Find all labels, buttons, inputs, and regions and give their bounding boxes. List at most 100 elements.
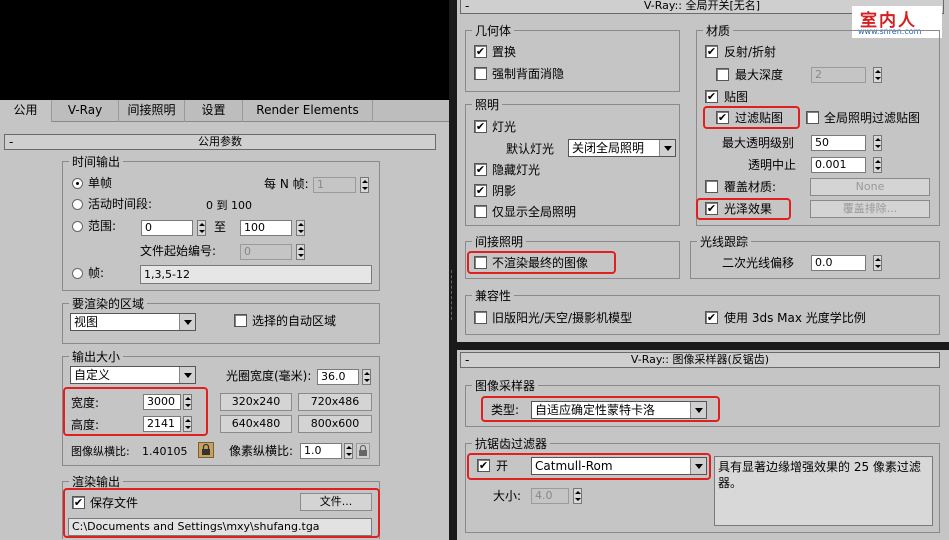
preset-640x480-button[interactable]: 640x480 (220, 415, 292, 433)
group-title: 渲染输出 (69, 473, 124, 490)
group-title: 时间输出 (69, 153, 124, 170)
aa-filter-select[interactable]: Catmull-Rom (531, 457, 707, 475)
group-title: 间接照明 (472, 233, 527, 250)
override-exclude-button[interactable]: 覆盖排除... (810, 200, 930, 218)
aa-filter-on-checkbox[interactable]: ✔ (477, 459, 490, 472)
pixel-aspect-field[interactable]: 1.0 (300, 443, 342, 459)
height-field[interactable]: 2141 (143, 416, 181, 432)
aperture-field[interactable]: 36.0 (317, 369, 359, 385)
tab-settings[interactable]: 设置 (185, 100, 243, 122)
reflect-refract-label: 反射/折射 (724, 45, 777, 59)
preset-value: 自定义 (74, 368, 111, 382)
width-spinner[interactable] (183, 394, 192, 410)
range-from-spinner[interactable] (197, 220, 206, 236)
override-mtl-label: 覆盖材质: (724, 180, 777, 194)
override-mtl-button[interactable]: None (810, 178, 930, 196)
range-to-label: 至 (214, 220, 227, 234)
filter-maps-label: 过滤贴图 (735, 111, 784, 125)
shadows-checkbox[interactable]: ✔ (474, 184, 487, 197)
filter-size-field[interactable]: 4.0 (531, 488, 569, 504)
lights-label: 灯光 (492, 120, 517, 134)
max-depth-field[interactable]: 2 (811, 67, 866, 83)
aa-filter-value: Catmull-Rom (535, 459, 613, 473)
use-3dsmax-checkbox[interactable]: ✔ (705, 311, 718, 324)
render-area-value: 视图 (74, 315, 99, 329)
range-to-field[interactable]: 100 (240, 220, 292, 236)
single-frame-radio[interactable] (72, 178, 83, 189)
image-sampler-rollout[interactable]: - V-Ray:: 图像采样器(反锯齿) (460, 352, 940, 368)
chevron-down-icon (690, 458, 706, 474)
default-lights-select[interactable]: 关闭全局照明 (568, 139, 676, 157)
auto-region-checkbox[interactable] (234, 314, 247, 327)
max-transp-spinner[interactable] (873, 135, 882, 151)
width-field[interactable]: 3000 (143, 394, 181, 410)
tab-vray[interactable]: V-Ray (52, 100, 119, 122)
glossy-checkbox[interactable]: ✔ (705, 202, 718, 215)
hidden-lights-checkbox[interactable]: ✔ (474, 163, 487, 176)
frames-radio[interactable] (72, 268, 83, 279)
sampler-type-select[interactable]: 自适应确定性蒙特卡洛 (531, 401, 707, 419)
every-n-spinner[interactable] (360, 177, 369, 193)
tab-render-elements[interactable]: Render Elements (243, 100, 373, 122)
tab-bar: 公用 V-Ray 间接照明 设置 Render Elements (0, 100, 449, 122)
range-to-spinner[interactable] (296, 220, 305, 236)
aperture-spinner[interactable] (362, 369, 371, 385)
show-gi-only-checkbox[interactable] (474, 205, 487, 218)
filter-description: 具有显著边缘增强效果的 25 像素过滤器。 (714, 456, 933, 526)
group-title: 材质 (703, 22, 734, 39)
tab-indirect[interactable]: 间接照明 (119, 100, 185, 122)
render-area-select[interactable]: 视图 (70, 313, 196, 331)
reflect-refract-checkbox[interactable]: ✔ (705, 45, 718, 58)
transp-cutoff-field[interactable]: 0.001 (811, 157, 866, 173)
output-size-preset-select[interactable]: 自定义 (70, 366, 196, 384)
pixel-aspect-label: 像素纵横比: (229, 444, 294, 458)
common-params-rollout[interactable]: - 公用参数 (4, 134, 436, 150)
lights-checkbox[interactable]: ✔ (474, 120, 487, 133)
displacement-checkbox[interactable]: ✔ (474, 45, 487, 58)
frames-field[interactable]: 1,3,5-12 (140, 265, 372, 284)
tab-common[interactable]: 公用 (0, 100, 52, 122)
preset-320x240-button[interactable]: 320x240 (220, 393, 292, 411)
range-label: 范围: (88, 219, 117, 233)
file-start-field[interactable]: 0 (240, 244, 292, 260)
divider-grip[interactable] (451, 270, 454, 320)
secondary-bias-field[interactable]: 0.0 (811, 255, 866, 271)
secondary-bias-label: 二次光线偏移 (722, 256, 795, 270)
legacy-sun-label: 旧版阳光/天空/摄影机模型 (492, 311, 633, 325)
active-range-text: 0 到 100 (206, 199, 252, 212)
group-title: 兼容性 (472, 287, 515, 304)
filter-size-spinner[interactable] (573, 488, 582, 504)
rollout-gap (457, 342, 949, 350)
pixel-aspect-spinner[interactable] (344, 443, 353, 459)
rollout-title: 公用参数 (198, 135, 242, 148)
dont-render-final-checkbox[interactable] (474, 256, 487, 269)
group-title: 要渲染的区域 (69, 295, 148, 312)
active-segment-radio[interactable] (72, 199, 83, 210)
single-frame-label: 单帧 (88, 176, 113, 190)
filter-maps-gi-checkbox[interactable] (806, 111, 819, 124)
secondary-bias-spinner[interactable] (873, 255, 882, 271)
range-from-field[interactable]: 0 (141, 220, 193, 236)
lock-icon[interactable] (198, 442, 214, 458)
active-segment-label: 活动时间段: (88, 197, 153, 211)
output-path-field[interactable]: C:\Documents and Settings\mxy\shufang.tg… (68, 518, 372, 536)
file-start-spinner[interactable] (296, 244, 305, 260)
force-backface-checkbox[interactable] (474, 67, 487, 80)
transp-cutoff-spinner[interactable] (873, 157, 882, 173)
max-depth-checkbox[interactable] (716, 68, 729, 81)
preset-720x486-button[interactable]: 720x486 (298, 393, 372, 411)
maps-checkbox[interactable]: ✔ (705, 90, 718, 103)
preset-800x600-button[interactable]: 800x600 (298, 415, 372, 433)
max-depth-spinner[interactable] (873, 67, 882, 83)
legacy-sun-checkbox[interactable] (474, 311, 487, 324)
sampler-type-value: 自适应确定性蒙特卡洛 (535, 403, 656, 417)
lock-icon[interactable] (356, 443, 370, 459)
every-n-field[interactable]: 1 (313, 177, 356, 193)
files-button[interactable]: 文件... (300, 493, 372, 511)
range-radio[interactable] (72, 221, 83, 232)
filter-maps-checkbox[interactable]: ✔ (716, 111, 729, 124)
height-spinner[interactable] (183, 416, 192, 432)
save-file-checkbox[interactable]: ✔ (72, 496, 85, 509)
max-transp-field[interactable]: 50 (811, 135, 866, 151)
override-mtl-checkbox[interactable] (705, 180, 718, 193)
